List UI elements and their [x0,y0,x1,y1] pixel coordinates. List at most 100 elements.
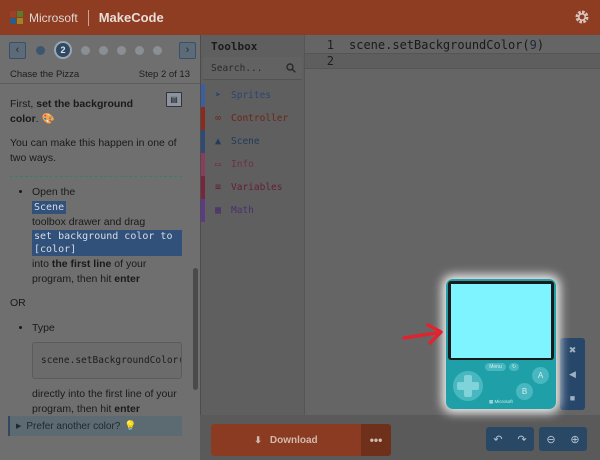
mute-icon[interactable]: ◀ [560,362,585,386]
step-dot[interactable] [99,45,108,55]
product-name[interactable]: MakeCode [99,10,164,25]
paper-plane-icon: ➤ [214,90,222,101]
step-dots: 2 [36,41,171,59]
zoom-in-icon: ⊕ [570,433,580,446]
list-item: Type scene.setBackgroundColor(7) directl… [32,321,182,417]
category-info[interactable]: ▭ Info [201,153,304,176]
lightbulb-icon: 💡 [124,420,137,432]
dpad-horizontal[interactable] [457,382,479,390]
header-divider [87,9,89,26]
toolbox: Toolbox Search... ➤ Sprites ∞ Controller ▲… [200,35,304,425]
toolbox-search[interactable]: Search... [203,57,302,80]
bullet1-firstline: the first line [51,258,112,270]
download-icon: ⬇ [254,434,262,445]
category-variables[interactable]: ≡ Variables [201,176,304,199]
instruction-list-2: Type scene.setBackgroundColor(7) directl… [10,321,182,417]
tutorial-content: ▤ First, set the background color. 🎨 You… [0,84,200,459]
code-snippet[interactable]: scene.setBackgroundColor(7) [32,342,182,379]
code-line-active[interactable]: 2 [305,53,600,69]
list-item: Open the Scene toolbox drawer and drag s… [32,185,182,287]
arrow-pointer-icon [402,323,443,345]
redo-button[interactable]: ↷ [510,427,534,451]
prev-step-button[interactable]: ‹ [9,41,26,59]
step-dot-current[interactable]: 2 [54,41,72,59]
reset-icon: ↻ [511,364,517,370]
bullet1-drawer: toolbox drawer and drag [32,216,146,228]
code-text: scene.setBackgroundColor( [349,38,530,52]
stop-icon[interactable]: ■ [560,386,585,410]
step-counter: Step 2 of 13 [138,68,190,80]
category-list: ➤ Sprites ∞ Controller ▲ Scene ▭ Info ≡ Varia… [201,84,304,222]
tutorial-panel: ‹ 2 › Chase the Pizza Step 2 of 13 ▤ Fir… [0,35,200,460]
tutorial-scrollbar[interactable] [193,268,198,390]
tutorial-titlebar: Chase the Pizza Step 2 of 13 [0,65,200,84]
step-dot[interactable] [36,45,45,55]
next-step-button[interactable]: › [179,41,196,59]
undo-button[interactable]: ↶ [486,427,510,451]
line-number: 1 [326,38,334,52]
chevron-right-icon: › [185,44,190,56]
code-text: ) [536,38,545,52]
category-scene[interactable]: ▲ Scene [201,130,304,153]
zoom-in-button[interactable]: ⊕ [563,427,587,451]
instruction-list-1: Open the Scene toolbox drawer and drag s… [10,185,182,287]
prefer-label: Prefer another color? [26,420,121,432]
palette-icon: 🎨 [41,113,55,125]
step-dot[interactable] [117,45,126,55]
simulator-logo: ▦ Microsoft [489,399,513,404]
search-icon[interactable] [286,63,296,73]
download-button[interactable]: ⬇ Download [211,424,361,456]
category-controller[interactable]: ∞ Controller [201,107,304,130]
gamepad-icon: ∞ [214,113,222,124]
tree-icon: ▲ [214,136,222,147]
fullscreen-icon[interactable]: ✖ [560,338,585,362]
menu-button[interactable]: Menu [485,363,506,371]
simulator-screen[interactable] [451,284,551,358]
line-code[interactable]: scene.setBackgroundColor(9) [344,38,544,52]
color-argument[interactable]: 9 [530,38,537,52]
step-navigation: ‹ 2 › [0,35,200,65]
intro-suffix: . [35,113,39,125]
gear-icon[interactable] [574,9,590,25]
more-button[interactable]: ••• [361,424,391,456]
undo-icon: ↶ [493,433,503,446]
category-label: Info [231,159,254,170]
scene-category-link[interactable]: Scene [32,201,67,214]
dpad[interactable] [453,371,483,401]
redo-icon: ↷ [517,433,527,446]
step-dot[interactable] [81,45,90,55]
category-label: Variables [231,182,283,193]
category-label: Controller [231,113,289,124]
b-button[interactable]: B [516,383,533,400]
id-card-icon: ▭ [214,159,222,170]
zoom-out-button[interactable]: ⊖ [539,427,563,451]
immersive-reader-icon[interactable]: ▤ [166,92,182,107]
a-button[interactable]: A [532,367,549,384]
simulator-controls: ✖ ◀ ■ [560,338,585,410]
list-icon: ≡ [214,182,222,193]
zoom-out-icon: ⊖ [546,433,556,446]
block-hint[interactable]: set background color to [color] [32,230,182,256]
step-dot[interactable] [153,45,162,55]
code-line[interactable]: 1 scene.setBackgroundColor(9) [305,37,600,53]
brand-name: Microsoft [29,10,78,25]
ways-text: You can make this happen in one of two w… [10,137,177,164]
directly-enter: enter [114,403,140,415]
category-sprites[interactable]: ➤ Sprites [201,84,304,107]
caret-right-icon: ▶ [16,423,22,430]
top-header: Microsoft MakeCode [0,0,600,35]
or-text: OR [10,297,26,309]
category-label: Sprites [231,90,272,101]
step-dot[interactable] [135,45,144,55]
prefer-another-color-hint[interactable]: ▶ Prefer another color? 💡 [8,416,182,436]
chevron-left-icon: ‹ [15,44,20,56]
search-input[interactable]: Search... [211,63,262,74]
bullet1-into: into [32,258,52,270]
section-divider [10,176,182,177]
simulator-logo-label: Microsoft [494,399,513,404]
reset-button[interactable]: ↻ [509,363,519,371]
category-math[interactable]: ▦ Math [201,199,304,222]
intro-text: First, set the background color. 🎨 [10,97,160,127]
tutorial-title: Chase the Pizza [10,68,80,80]
bullet2-type: Type [32,322,55,334]
